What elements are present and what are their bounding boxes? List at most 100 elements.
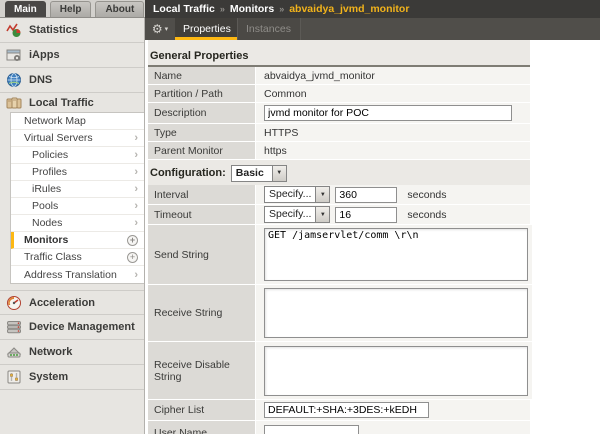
description-input[interactable] bbox=[264, 105, 512, 121]
section-title-general-properties: General Properties bbox=[148, 50, 530, 67]
timeout-mode-value: Specify... bbox=[265, 207, 315, 222]
acceleration-icon bbox=[6, 295, 22, 311]
interval-mode-value: Specify... bbox=[265, 187, 315, 202]
sidebar-item-device-management[interactable]: Device Management bbox=[0, 315, 144, 340]
table-row: Send String GET /jamservlet/comm \r\n bbox=[148, 225, 530, 285]
sidebar-item-dns[interactable]: DNS bbox=[0, 68, 144, 93]
type-label: Type bbox=[148, 124, 256, 141]
send-string-textarea[interactable]: GET /jamservlet/comm \r\n bbox=[264, 228, 528, 281]
table-row: Parent Monitor https bbox=[148, 142, 530, 160]
sidebar-item-iapps[interactable]: iApps bbox=[0, 43, 144, 68]
submenu-label: Traffic Class bbox=[24, 251, 82, 263]
sidebar-item-label: Local Traffic bbox=[29, 97, 94, 109]
sidebar-item-label: Acceleration bbox=[29, 297, 95, 309]
sidebar-item-traffic-class[interactable]: Traffic Class + bbox=[11, 249, 144, 266]
page-tab-strip: ⚙ ▾ Properties Instances bbox=[145, 18, 600, 40]
sidebar-item-local-traffic[interactable]: Local Traffic bbox=[0, 93, 144, 112]
breadcrumb-item-monitors[interactable]: Monitors bbox=[230, 3, 274, 15]
chevron-down-icon: ▼ bbox=[272, 166, 286, 181]
submenu-label: Monitors bbox=[24, 234, 68, 246]
tab-instances[interactable]: Instances bbox=[238, 18, 301, 40]
statistics-icon bbox=[6, 22, 22, 38]
gear-icon: ⚙ bbox=[152, 23, 163, 35]
interval-label: Interval bbox=[148, 185, 256, 204]
sidebar-item-irules[interactable]: iRules › bbox=[11, 181, 144, 198]
sidebar-item-monitors[interactable]: Monitors + bbox=[11, 232, 144, 249]
user-name-label: User Name bbox=[148, 421, 256, 434]
sidebar-item-profiles[interactable]: Profiles › bbox=[11, 164, 144, 181]
timeout-mode-select[interactable]: Specify... ▼ bbox=[264, 206, 330, 223]
sidebar-item-label: DNS bbox=[29, 74, 52, 86]
chevron-right-icon: › bbox=[134, 149, 138, 161]
cipher-list-input[interactable] bbox=[264, 402, 429, 418]
iapps-icon bbox=[6, 47, 22, 63]
sidebar-item-network-map[interactable]: Network Map bbox=[11, 113, 144, 130]
interval-mode-select[interactable]: Specify... ▼ bbox=[264, 186, 330, 203]
configuration-selected-value: Basic bbox=[232, 166, 272, 181]
chevron-right-icon: › bbox=[134, 269, 138, 281]
chevron-down-icon: ▼ bbox=[315, 207, 329, 222]
chevron-down-icon: ▼ bbox=[315, 187, 329, 202]
partition-path-value: Common bbox=[256, 85, 530, 102]
timeout-label: Timeout bbox=[148, 205, 256, 224]
name-value: abvaidya_jvmd_monitor bbox=[256, 67, 530, 84]
partition-path-label: Partition / Path bbox=[148, 85, 256, 102]
system-icon bbox=[6, 369, 22, 385]
breadcrumb-item-local-traffic[interactable]: Local Traffic bbox=[153, 3, 215, 15]
submenu-label: Pools bbox=[32, 200, 58, 212]
sidebar-item-system[interactable]: System bbox=[0, 365, 144, 390]
tab-help[interactable]: Help bbox=[50, 1, 92, 17]
add-traffic-class-icon[interactable]: + bbox=[127, 252, 138, 263]
add-monitor-icon[interactable]: + bbox=[127, 235, 138, 246]
breadcrumb-separator: » bbox=[279, 4, 284, 14]
chevron-right-icon: › bbox=[134, 132, 138, 144]
receive-disable-string-textarea[interactable] bbox=[264, 346, 528, 396]
name-label: Name bbox=[148, 67, 256, 84]
sidebar-item-acceleration[interactable]: Acceleration bbox=[0, 290, 144, 315]
table-row: Timeout Specify... ▼ seconds bbox=[148, 205, 530, 225]
configuration-select[interactable]: Basic ▼ bbox=[231, 165, 287, 182]
nav-tab-bar: Main Help About bbox=[0, 0, 145, 18]
sidebar-item-nodes[interactable]: Nodes › bbox=[11, 215, 144, 232]
chevron-right-icon: › bbox=[134, 217, 138, 229]
chevron-down-icon: ▾ bbox=[165, 25, 169, 33]
local-traffic-icon bbox=[6, 95, 22, 111]
bigip-config-page: Main Help About Local Traffic » Monitors… bbox=[0, 0, 600, 434]
cipher-list-label: Cipher List bbox=[148, 400, 256, 420]
sidebar-item-policies[interactable]: Policies › bbox=[11, 147, 144, 164]
tab-properties[interactable]: Properties bbox=[175, 18, 238, 40]
sidebar-item-address-translation[interactable]: Address Translation › bbox=[11, 266, 144, 283]
table-row: Receive String bbox=[148, 285, 530, 342]
tab-about[interactable]: About bbox=[95, 1, 144, 17]
sidebar-item-label: Statistics bbox=[29, 24, 78, 36]
sidebar-item-label: Network bbox=[29, 346, 72, 358]
table-row: Receive Disable String bbox=[148, 342, 530, 400]
tab-main[interactable]: Main bbox=[5, 1, 46, 17]
submenu-label: Nodes bbox=[32, 217, 62, 229]
dns-icon bbox=[6, 72, 22, 88]
interval-input[interactable] bbox=[335, 187, 397, 203]
user-name-input[interactable] bbox=[264, 425, 359, 434]
sidebar-item-label: iApps bbox=[29, 49, 60, 61]
description-label: Description bbox=[148, 103, 256, 123]
send-string-label: Send String bbox=[148, 225, 256, 284]
options-gear-button[interactable]: ⚙ ▾ bbox=[145, 18, 175, 40]
table-row: User Name bbox=[148, 421, 530, 434]
sidebar-item-network[interactable]: Network bbox=[0, 340, 144, 365]
sidebar-item-statistics[interactable]: Statistics bbox=[0, 18, 144, 43]
type-value: HTTPS bbox=[256, 124, 530, 141]
submenu-label: Policies bbox=[32, 149, 68, 161]
chevron-right-icon: › bbox=[134, 200, 138, 212]
chevron-right-icon: › bbox=[134, 183, 138, 195]
submenu-label: Address Translation bbox=[24, 269, 117, 281]
submenu-label: Network Map bbox=[24, 115, 86, 127]
sidebar-item-virtual-servers[interactable]: Virtual Servers › bbox=[11, 130, 144, 147]
receive-string-textarea[interactable] bbox=[264, 288, 528, 338]
breadcrumb-separator: » bbox=[220, 4, 225, 14]
configuration-mode-row: Configuration: Basic ▼ bbox=[150, 164, 530, 182]
content-pane: General Properties Name abvaidya_jvmd_mo… bbox=[145, 40, 600, 434]
timeout-input[interactable] bbox=[335, 207, 397, 223]
sidebar-item-pools[interactable]: Pools › bbox=[11, 198, 144, 215]
table-row: Name abvaidya_jvmd_monitor bbox=[148, 67, 530, 85]
parent-monitor-label: Parent Monitor bbox=[148, 142, 256, 159]
